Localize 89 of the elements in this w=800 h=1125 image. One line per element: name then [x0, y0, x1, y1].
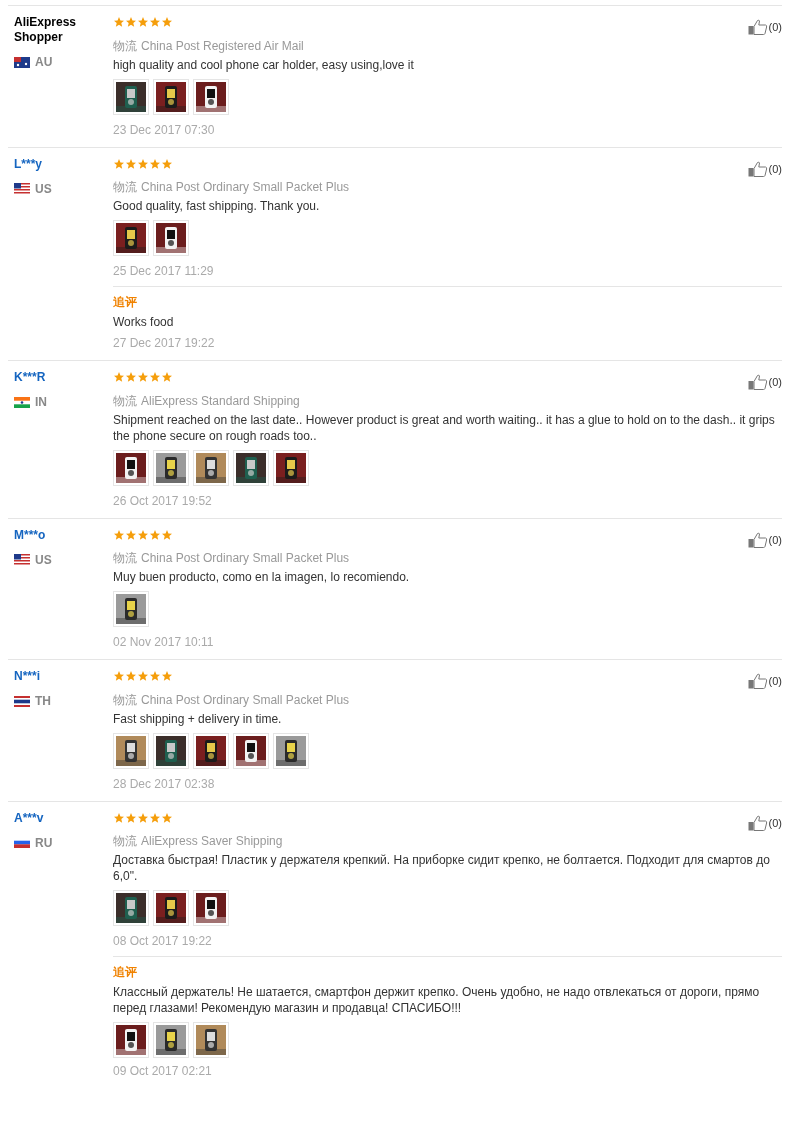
star-icon — [161, 371, 173, 383]
thumbs-up-icon[interactable] — [747, 374, 768, 391]
followup-label: 追评 — [113, 294, 138, 311]
star-icon — [113, 811, 125, 824]
reviewer-name[interactable]: L***y — [14, 156, 94, 172]
flag-icon — [14, 183, 30, 194]
star-icon — [149, 16, 161, 28]
thumbs-up-icon[interactable] — [747, 531, 768, 548]
star-icon — [113, 16, 125, 28]
reviewer-name[interactable]: A***v — [14, 810, 94, 826]
like-count: (0) — [768, 161, 782, 177]
star-icon — [149, 811, 161, 824]
star-icon — [161, 670, 173, 682]
star-icon — [113, 157, 125, 170]
star-icon — [137, 811, 149, 824]
shipping-method: China Post Ordinary Small Packet Plus — [141, 179, 350, 196]
reviewer-name[interactable]: N***i — [14, 669, 94, 684]
review-date: 28 Dec 2017 02:38 — [113, 775, 216, 793]
star-icon — [113, 670, 125, 682]
star-icon — [125, 371, 137, 383]
star-icon — [125, 670, 137, 682]
star-icon — [125, 16, 137, 28]
followup-text: Классный держатель! Не шатается, смартфон держит крепко. Очень удобно, не надо отвлекаться от дороги, прямо перед глазами! Рекомендую магазин и продавца! СПАСИБО!!! — [113, 984, 761, 1016]
like-count: (0) — [768, 674, 782, 689]
review-text: Good quality, fast shipping. Thank you. — [113, 198, 321, 214]
review-text: Доставка быстрая! Пластик у держателя крепкий. На приборке сидит крепко, не болтается. Подходит для смартов до 6,0". — [113, 852, 771, 884]
flag-icon — [14, 56, 30, 68]
star-icon — [113, 371, 125, 383]
shipping-method: AliExpress Saver Shipping — [141, 833, 283, 850]
country-code: US — [35, 551, 52, 569]
star-icon — [161, 528, 173, 541]
flag-icon — [14, 396, 30, 408]
logistics-label: 物流 — [113, 179, 137, 196]
logistics-label: 物流 — [113, 691, 137, 709]
like-count: (0) — [768, 375, 782, 390]
followup-label: 追评 — [113, 964, 138, 981]
reviewer-name[interactable]: K***R — [14, 370, 94, 385]
thumbs-up-icon[interactable] — [747, 19, 768, 36]
logistics-label: 物流 — [113, 550, 137, 567]
review-date: 02 Nov 2017 10:11 — [113, 634, 215, 651]
star-icon — [137, 371, 149, 383]
star-icon — [149, 670, 161, 682]
shipping-method: China Post Ordinary Small Packet Plus — [141, 691, 350, 709]
shipping-method: AliExpress Standard Shipping — [141, 392, 300, 410]
logistics-label: 物流 — [113, 37, 137, 55]
reviewer-name: AliExpress Shopper — [14, 15, 78, 45]
country-code: RU — [35, 834, 53, 852]
logistics-label: 物流 — [113, 392, 137, 410]
like-count: (0) — [768, 20, 782, 35]
flag-icon — [14, 554, 30, 565]
star-icon — [149, 157, 161, 170]
followup-date: 09 Oct 2017 02:21 — [113, 1063, 213, 1080]
star-icon — [161, 16, 173, 28]
star-icon — [125, 528, 137, 541]
followup-date: 27 Dec 2017 19:22 — [113, 335, 216, 352]
shipping-method: China Post Ordinary Small Packet Plus — [141, 550, 350, 567]
star-icon — [125, 157, 137, 170]
star-icon — [161, 157, 173, 170]
review-date: 26 Oct 2017 19:52 — [113, 492, 213, 510]
review-date: 08 Oct 2017 19:22 — [113, 933, 213, 950]
like-count: (0) — [768, 532, 782, 548]
flag-icon — [14, 695, 30, 707]
thumbs-up-icon[interactable] — [747, 673, 768, 690]
star-icon — [161, 811, 173, 824]
review-text: high quality and cool phone car holder, easy using,love it — [113, 56, 415, 73]
review-text: Shipment reached on the last date.. However product is great and worth waiting.. it has a glue to hold on to the dash.. it grips the phone secure on rough roads too.. — [113, 411, 776, 444]
logistics-label: 物流 — [113, 833, 137, 850]
thumbs-up-icon[interactable] — [747, 160, 768, 177]
star-icon — [149, 528, 161, 541]
reviewer-name[interactable]: M***o — [14, 527, 94, 543]
shipping-method: China Post Registered Air Mail — [141, 37, 304, 55]
star-icon — [137, 157, 149, 170]
star-icon — [137, 16, 149, 28]
star-icon — [149, 371, 161, 383]
star-icon — [125, 811, 137, 824]
review-text: Fast shipping + delivery in time. — [113, 710, 283, 727]
country-code: US — [35, 180, 52, 198]
star-icon — [137, 670, 149, 682]
country-code: IN — [35, 394, 47, 411]
thumbs-up-icon[interactable] — [747, 814, 768, 831]
country-code: AU — [35, 54, 53, 71]
star-icon — [113, 528, 125, 541]
followup-text: Works food — [113, 314, 175, 330]
like-count: (0) — [768, 815, 782, 831]
star-icon — [137, 528, 149, 541]
country-code: TH — [35, 693, 51, 710]
review-text: Muy buen producto, como en la imagen, lo recomiendo. — [113, 569, 411, 585]
review-date: 23 Dec 2017 07:30 — [113, 121, 216, 139]
review-date: 25 Dec 2017 11:29 — [113, 263, 215, 280]
